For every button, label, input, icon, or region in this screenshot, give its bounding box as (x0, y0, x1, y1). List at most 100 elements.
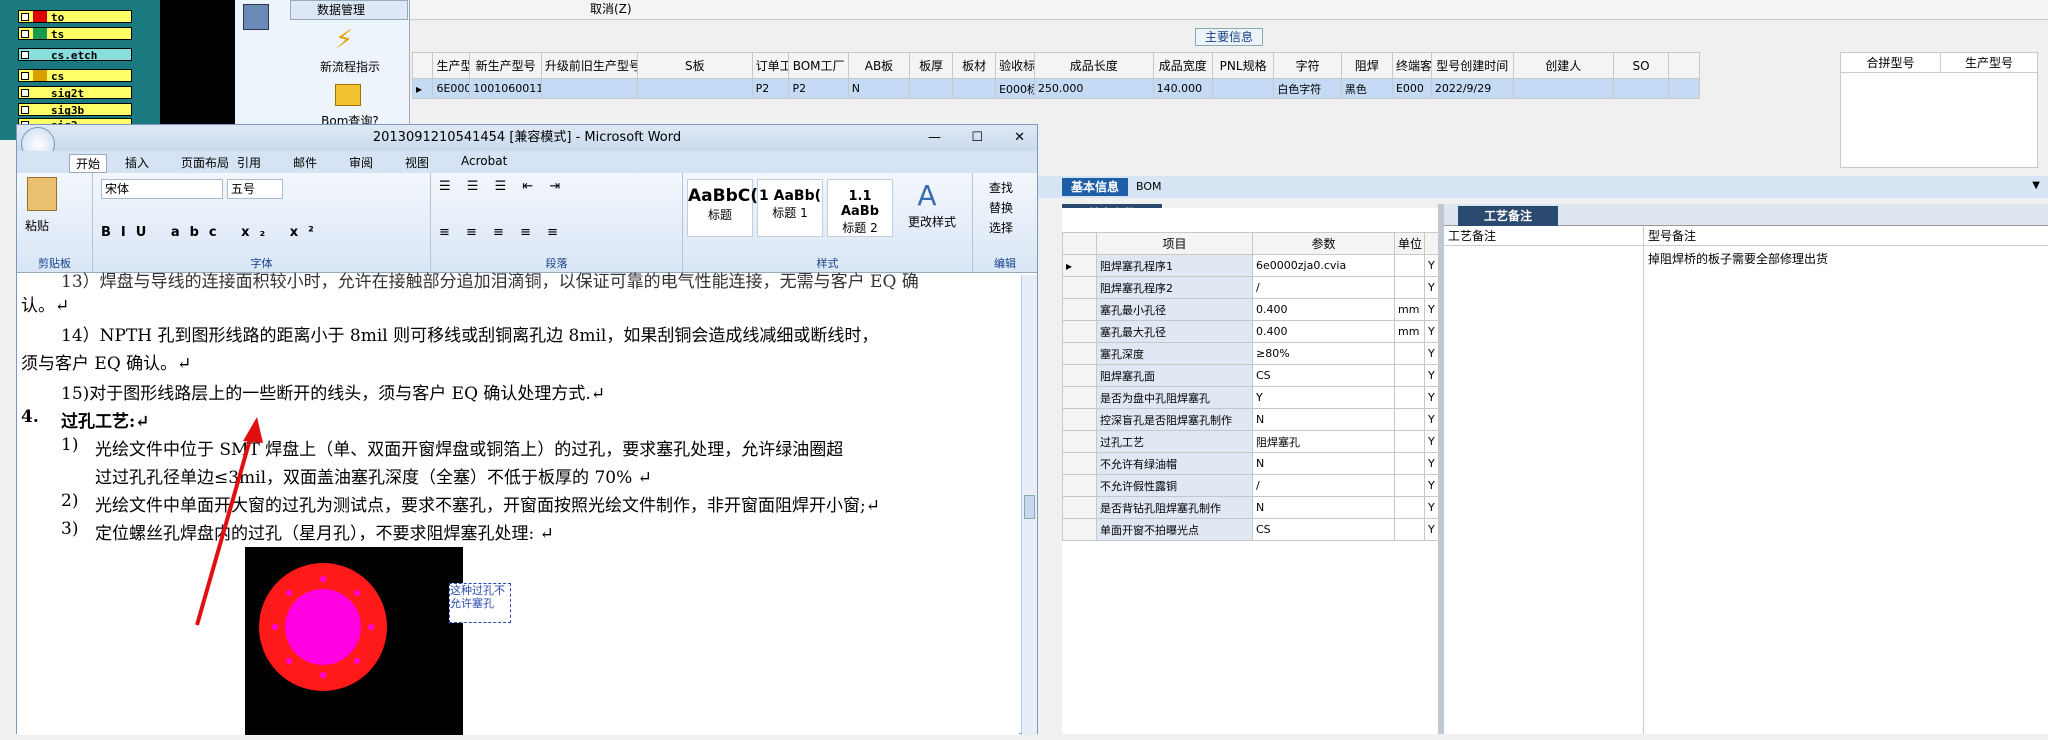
param-param[interactable]: N (1252, 408, 1395, 431)
param-param[interactable]: / (1252, 474, 1395, 497)
grid-cell[interactable] (637, 78, 753, 99)
format-buttons[interactable]: BIU abc x₂ x² (101, 225, 324, 240)
layer-item[interactable]: sig2t (18, 86, 132, 100)
grid-cell[interactable]: P2 (788, 78, 849, 99)
paste-icon[interactable] (27, 177, 57, 211)
layer-item[interactable]: cs.etch (18, 48, 132, 62)
param-item[interactable]: 是否为盘中孔阻焊塞孔 (1096, 386, 1253, 409)
column-header[interactable]: S板 (637, 52, 753, 79)
chevron-down-icon[interactable]: ▼ (2032, 180, 2040, 191)
param-row[interactable]: 阻焊塞孔面 CS Y (1062, 364, 1439, 387)
maximize-icon[interactable]: ☐ (971, 125, 983, 151)
grid-cell[interactable]: 250.000 (1033, 78, 1154, 99)
grid-cell[interactable]: E000标准 (995, 78, 1035, 99)
column-header[interactable]: 创建人 (1512, 52, 1614, 79)
grid-cell[interactable] (909, 78, 954, 99)
column-header[interactable]: 生产型号 (432, 52, 471, 79)
param-param[interactable]: 6e0000zja0.cvia (1252, 254, 1395, 277)
column-header[interactable]: 新生产型号 (469, 52, 542, 79)
param-item[interactable]: 不允许假性露铜 (1096, 474, 1253, 497)
grid-cell[interactable]: 黑色 (1340, 78, 1393, 99)
param-unit[interactable] (1394, 496, 1425, 519)
list-buttons[interactable]: ☰ ☰ ☰ ⇤ ⇥ (439, 179, 566, 194)
style-heading1[interactable]: 1 AaBb(标题 1 (757, 179, 823, 237)
font-name-select[interactable]: 宋体 (101, 179, 223, 199)
param-unit[interactable] (1394, 474, 1425, 497)
column-header[interactable]: PNL规格 (1211, 52, 1275, 79)
param-f[interactable]: Y (1424, 496, 1439, 519)
param-row[interactable]: 不允许有绿油帽 N Y (1062, 452, 1439, 475)
param-item[interactable]: 阻焊塞孔面 (1096, 364, 1253, 387)
minimize-icon[interactable]: — (928, 125, 941, 151)
param-row[interactable]: 是否为盘中孔阻焊塞孔 Y Y (1062, 386, 1439, 409)
select-button[interactable]: 选择 (989, 219, 1013, 236)
param-f[interactable]: Y (1424, 408, 1439, 431)
param-row[interactable]: 塞孔深度 ≥80% Y (1062, 342, 1439, 365)
replace-button[interactable]: 替换 (989, 199, 1013, 216)
grid-cell[interactable] (1211, 78, 1275, 99)
grid-cell[interactable] (952, 78, 997, 99)
param-unit[interactable]: mm (1394, 298, 1425, 321)
param-item[interactable]: 是否背钻孔阻焊塞孔制作 (1096, 496, 1253, 519)
param-item[interactable]: 控深盲孔是否阻焊塞孔制作 (1096, 408, 1253, 431)
param-param[interactable]: CS (1252, 518, 1395, 541)
param-f[interactable]: Y (1424, 254, 1439, 277)
tab-5[interactable]: 审阅 (349, 154, 373, 171)
param-row[interactable]: 是否背钻孔阻焊塞孔制作 N Y (1062, 496, 1439, 519)
param-param[interactable]: ≥80% (1252, 342, 1395, 365)
grid-cell[interactable]: 2022/9/29 (1430, 78, 1514, 99)
vertical-scrollbar[interactable] (1021, 275, 1037, 735)
grid-cell[interactable]: P2 (751, 78, 790, 99)
param-param[interactable]: / (1252, 276, 1395, 299)
data-mgmt-button[interactable]: 数据管理 (290, 0, 408, 20)
param-row[interactable]: 控深盲孔是否阻焊塞孔制作 N Y (1062, 408, 1439, 431)
param-item[interactable]: 阻焊塞孔程序1 (1096, 254, 1253, 277)
tab-6[interactable]: 视图 (405, 154, 429, 171)
grid-cell[interactable]: 10010600112200 (469, 78, 542, 99)
grid-data-row[interactable]: ▸6E0000ZJA010010600112200P2P2NE000标准250.… (411, 78, 1700, 99)
font-size-select[interactable]: 五号 (227, 179, 283, 199)
model-note-field[interactable]: 掉阻焊桥的板子需要全部修理出货 (1644, 246, 2038, 734)
param-unit[interactable] (1394, 452, 1425, 475)
column-header[interactable]: 板厚 (909, 52, 954, 79)
tab-basic-info[interactable]: 基本信息 (1062, 178, 1128, 196)
tab-0[interactable]: 开始 (69, 154, 108, 173)
grid-cell[interactable]: 6E0000ZJA0 (432, 78, 471, 99)
param-unit[interactable] (1394, 276, 1425, 299)
param-item[interactable]: 阻焊塞孔程序2 (1096, 276, 1253, 299)
param-unit[interactable] (1394, 342, 1425, 365)
main-info-grid[interactable]: 生产型号新生产型号升级前旧生产型号S板订单工厂BOM工厂AB板板厚板材验收标准成… (411, 52, 1700, 99)
tab-3[interactable]: 引用 (237, 154, 261, 171)
style-heading2[interactable]: 1.1 AaBb 标题 2 (827, 179, 893, 237)
layer-item[interactable]: sig3b (18, 103, 132, 117)
param-item[interactable]: 过孔工艺 (1096, 430, 1253, 453)
param-item[interactable]: 塞孔最小孔径 (1096, 298, 1253, 321)
param-f[interactable]: Y (1424, 298, 1439, 321)
param-row[interactable]: 塞孔最大孔径 0.400 mm Y (1062, 320, 1439, 343)
param-param[interactable]: Y (1252, 386, 1395, 409)
grid-cell[interactable]: E000 (1391, 78, 1432, 99)
column-header[interactable]: 阻焊 (1340, 52, 1393, 79)
column-header[interactable]: 板材 (952, 52, 997, 79)
column-header[interactable]: AB板 (847, 52, 911, 79)
tab-1[interactable]: 插入 (125, 154, 149, 171)
param-row[interactable]: 不允许假性露铜 / Y (1062, 474, 1439, 497)
param-row[interactable]: ▸ 阻焊塞孔程序1 6e0000zja0.cvia Y (1062, 254, 1439, 277)
param-param[interactable]: 0.400 (1252, 298, 1395, 321)
column-header[interactable]: BOM工厂 (788, 52, 849, 79)
layer-item[interactable]: to (18, 10, 132, 24)
param-param[interactable]: 0.400 (1252, 320, 1395, 343)
tab-2[interactable]: 页面布局 (181, 154, 229, 171)
craft-notes-tab[interactable]: 工艺备注 (1458, 206, 1558, 226)
grid-cell[interactable] (1612, 78, 1670, 99)
params-grid[interactable]: 项目 参数 单位 ▸ 阻焊塞孔程序1 6e0000zja0.cvia Y 阻焊塞孔程序2/Y… (1062, 232, 1439, 541)
param-f[interactable]: Y (1424, 518, 1439, 541)
scroll-thumb[interactable] (1024, 495, 1035, 519)
new-flow-button[interactable]: 新流程指示 (295, 58, 405, 75)
tab-4[interactable]: 邮件 (293, 154, 317, 171)
document-body[interactable]: 13）焊盘与导线的连接面积较小时，允许在接触部分追加泪滴铜，以保证可靠的电气性能… (17, 272, 1019, 735)
paste-button[interactable]: 粘贴 (25, 217, 49, 234)
tab-7[interactable]: Acrobat (461, 154, 507, 168)
grid-cell[interactable] (540, 78, 639, 99)
column-header[interactable]: 订单工厂 (751, 52, 790, 79)
